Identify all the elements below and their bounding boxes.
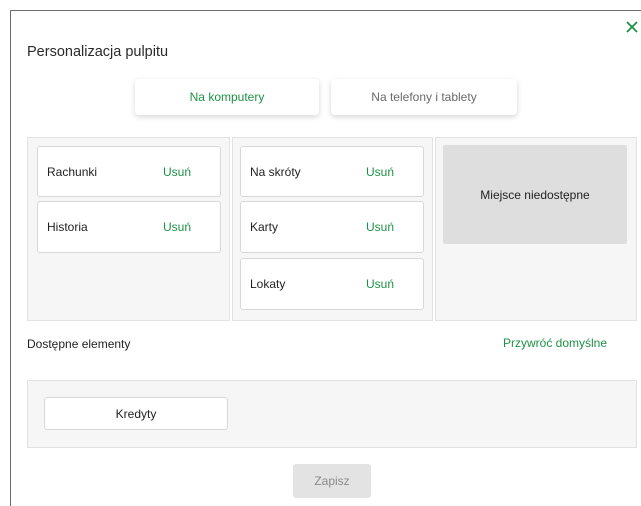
close-button[interactable] — [624, 18, 640, 36]
available-item-kredyty[interactable]: Kredyty — [44, 397, 228, 430]
widget-card-rachunki[interactable]: Rachunki Usuń — [37, 146, 221, 197]
close-icon — [626, 21, 638, 33]
remove-button[interactable]: Usuń — [163, 165, 191, 179]
remove-button[interactable]: Usuń — [366, 220, 394, 234]
tab-desktop[interactable]: Na komputery — [135, 79, 319, 115]
restore-defaults-link[interactable]: Przywróć domyślne — [503, 336, 607, 350]
unavailable-slot-label: Miejsce niedostępne — [480, 187, 590, 202]
widget-label: Rachunki — [47, 164, 98, 179]
widget-label: Karty — [250, 220, 279, 234]
widget-card-na-skroty[interactable]: Na skróty Usuń — [240, 146, 424, 197]
widget-card-historia[interactable]: Historia Usuń — [37, 201, 221, 253]
tab-mobile[interactable]: Na telefony i tablety — [331, 79, 517, 115]
widget-label: Na skróty — [250, 164, 301, 179]
dialog-border-top — [10, 10, 641, 11]
available-item-label: Kredyty — [115, 406, 157, 421]
widget-label: Historia — [47, 220, 88, 234]
available-elements-label: Dostępne elementy — [27, 337, 131, 351]
save-button[interactable]: Zapisz — [293, 464, 371, 498]
widget-card-karty[interactable]: Karty Usuń — [240, 201, 424, 253]
tab-mobile-label: Na telefony i tablety — [371, 90, 477, 104]
remove-button[interactable]: Usuń — [366, 165, 394, 179]
unavailable-slot: Miejsce niedostępne — [443, 145, 627, 244]
widget-label: Lokaty — [250, 277, 286, 291]
remove-button[interactable]: Usuń — [366, 277, 394, 291]
remove-button[interactable]: Usuń — [163, 220, 191, 234]
dialog-border-left — [10, 10, 11, 506]
save-button-label: Zapisz — [314, 474, 350, 488]
dialog-title: Personalizacja pulpitu — [27, 44, 169, 60]
widget-card-lokaty[interactable]: Lokaty Usuń — [240, 258, 424, 310]
tab-desktop-label: Na komputery — [189, 90, 265, 104]
